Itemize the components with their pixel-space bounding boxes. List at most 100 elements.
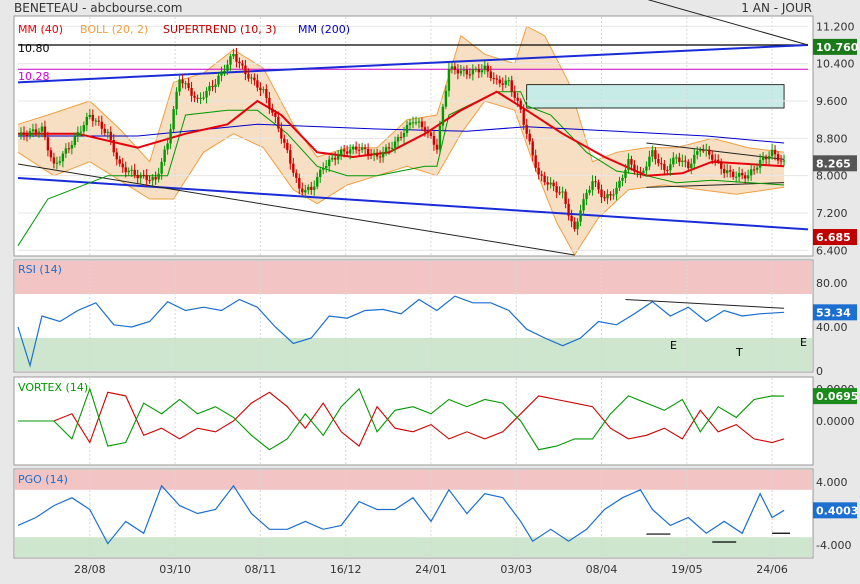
x-tick-label: 08/11 xyxy=(245,563,277,576)
candle-body xyxy=(743,175,747,179)
candle-body xyxy=(289,150,292,164)
candle-body xyxy=(205,90,208,98)
candle-body xyxy=(181,79,184,84)
price-value-label: 8.265 xyxy=(816,157,851,170)
candle-body xyxy=(283,138,286,143)
candle-body xyxy=(259,87,262,90)
candle-body xyxy=(175,91,178,110)
candle-body xyxy=(552,182,555,187)
candle-body xyxy=(58,161,62,163)
candle-body xyxy=(699,150,702,152)
pgo-lower-zone xyxy=(15,537,812,557)
ticker-title: BENETEAU - abcbourse.com xyxy=(14,1,182,15)
candle-body xyxy=(546,182,549,185)
candle-body xyxy=(274,112,277,117)
price-value-label: 6.685 xyxy=(816,231,851,244)
candle-body xyxy=(73,136,77,146)
candle-body xyxy=(651,150,654,157)
candle-body xyxy=(22,132,26,135)
candle-body xyxy=(405,124,409,133)
y-tick-label: 0.0000 xyxy=(816,415,855,428)
candle-body xyxy=(154,177,157,180)
candle-body xyxy=(642,170,645,173)
candle-body xyxy=(316,177,319,187)
candle-body xyxy=(459,70,463,74)
candle-body xyxy=(313,186,316,190)
candle-body xyxy=(399,136,403,138)
candle-body xyxy=(151,177,154,181)
chart-root: 28/08 03/10 08/11 16/12 24/01 03/03 08/04 19/05… xyxy=(0,0,860,580)
candle-body xyxy=(705,149,708,151)
candle-body xyxy=(522,109,525,125)
candle-body xyxy=(319,169,322,178)
candle-body xyxy=(118,159,121,164)
candle-body xyxy=(630,159,633,165)
candle-body xyxy=(420,121,424,128)
candle-body xyxy=(684,160,687,162)
rsi-oversold-zone xyxy=(15,338,812,371)
candle-body xyxy=(648,156,651,167)
candle-body xyxy=(148,180,151,182)
candle-body xyxy=(723,168,726,174)
candle-body xyxy=(262,89,265,91)
candle-body xyxy=(740,172,744,176)
candle-body xyxy=(746,175,750,179)
candle-body xyxy=(429,132,433,136)
candle-body xyxy=(378,156,382,158)
candle-body xyxy=(381,152,385,158)
candle-body xyxy=(537,167,540,175)
candle-body xyxy=(465,69,469,75)
vortex-title: VORTEX (14) xyxy=(18,381,88,394)
candle-body xyxy=(770,149,774,157)
candle-body xyxy=(402,132,406,138)
x-tick-label: 03/03 xyxy=(500,563,532,576)
candle-body xyxy=(19,132,23,136)
candle-body xyxy=(268,97,271,109)
candle-body xyxy=(573,221,576,230)
candle-body xyxy=(519,100,522,110)
candle-body xyxy=(136,175,139,179)
candle-body xyxy=(624,169,627,178)
candle-body xyxy=(752,169,756,171)
candle-body xyxy=(615,187,618,195)
candle-body xyxy=(292,163,295,173)
legend-mm200: MM (200) xyxy=(298,23,350,36)
candle-body xyxy=(782,160,786,162)
y-tick-label: 80.00 xyxy=(816,277,848,290)
candle-body xyxy=(528,133,531,142)
pgo-title: PGO (14) xyxy=(18,473,68,486)
candle-body xyxy=(558,192,561,194)
candle-body xyxy=(438,125,442,150)
candle-body xyxy=(100,121,103,129)
candle-body xyxy=(166,143,169,150)
candle-body xyxy=(103,128,106,133)
candle-body xyxy=(414,122,418,124)
candle-body xyxy=(717,159,720,162)
candle-body xyxy=(250,77,253,79)
candle-body xyxy=(70,145,74,149)
candle-body xyxy=(310,186,313,190)
candle-body xyxy=(384,147,388,153)
legend-supertrend: SUPERTREND (10, 3) xyxy=(163,23,277,36)
y-tick-label: -4.000 xyxy=(816,539,851,552)
candle-body xyxy=(432,135,436,145)
candle-body xyxy=(202,97,205,99)
candle-body xyxy=(220,71,223,76)
candle-body xyxy=(579,210,582,222)
candle-body xyxy=(582,199,585,211)
candle-body xyxy=(576,221,579,230)
candle-body xyxy=(761,157,765,161)
candle-body xyxy=(516,97,519,101)
x-tick-label: 03/10 xyxy=(159,563,191,576)
candle-body xyxy=(64,148,68,154)
candle-body xyxy=(411,122,415,124)
candle-body xyxy=(328,159,331,167)
candle-body xyxy=(325,166,328,168)
candle-body xyxy=(366,148,370,155)
candle-body xyxy=(360,147,364,150)
candle-body xyxy=(37,131,41,133)
candle-body xyxy=(728,170,732,172)
candle-body xyxy=(564,191,567,204)
candle-body xyxy=(238,61,241,64)
candle-body xyxy=(749,169,753,176)
